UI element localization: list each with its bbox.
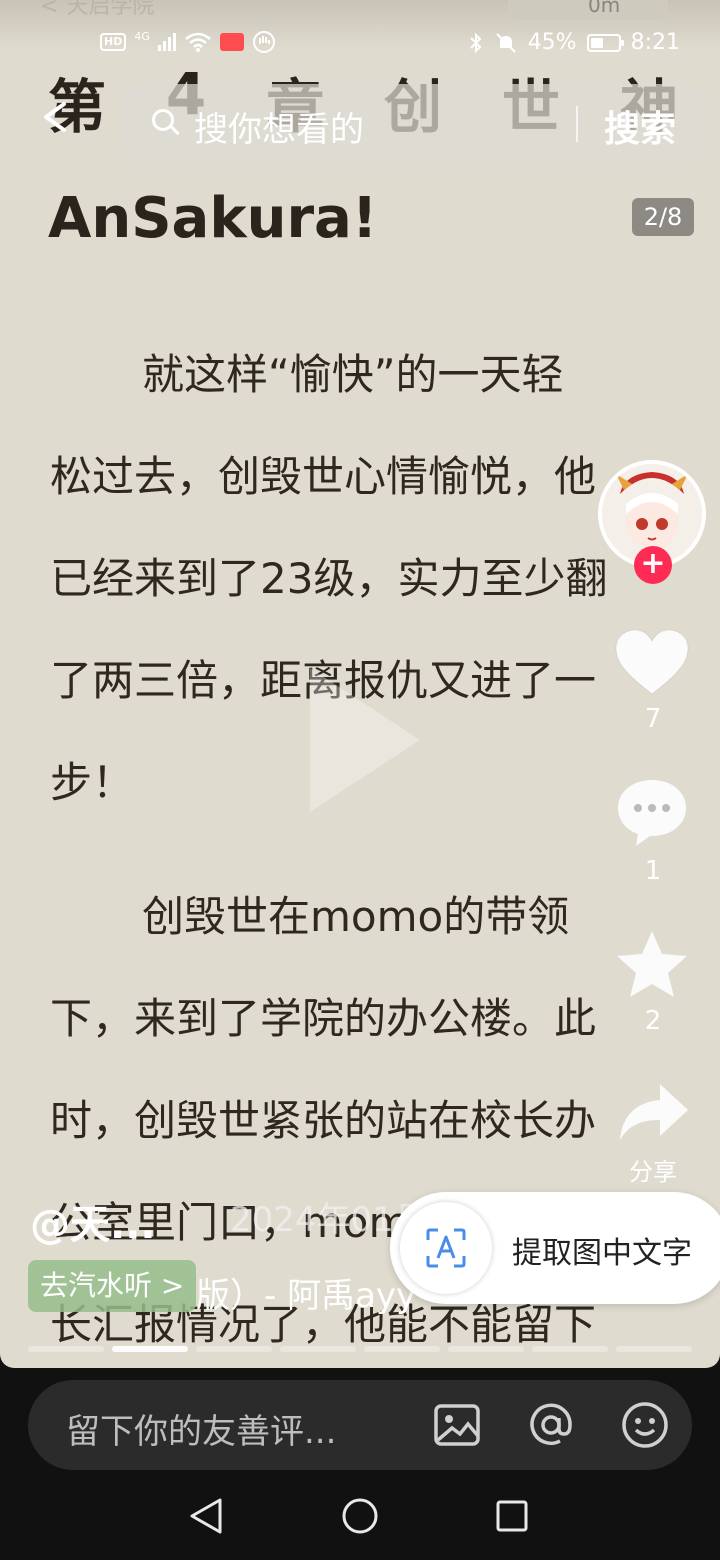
comment-input[interactable]: 留下你的友善评... <box>66 1404 336 1453</box>
favorite-star-icon[interactable] <box>614 928 690 1000</box>
battery-icon <box>586 33 624 52</box>
comment-count: 1 <box>644 856 662 886</box>
music-track[interactable]: 版）- 阿禹ayy <box>196 1268 416 1317</box>
clock: 8:21 <box>630 30 680 55</box>
like-heart-icon[interactable] <box>614 628 690 698</box>
ocr-icon-wrap <box>400 1202 492 1294</box>
mute-bell-icon <box>495 32 516 53</box>
progress-segment <box>448 1346 524 1352</box>
text-line: 时，创毁世紧张的站在校长办 <box>50 1096 597 1145</box>
battery-percent: 45% <box>527 30 577 55</box>
share-label: 分享 <box>629 1158 677 1186</box>
text-line: 下，来到了学院的办公楼。此 <box>50 994 597 1043</box>
author-name[interactable]: @天... <box>30 1192 156 1250</box>
home-circle-icon[interactable] <box>340 1496 380 1536</box>
follow-plus-icon[interactable]: + <box>634 546 672 584</box>
extract-text-button[interactable]: 提取图中文字 <box>390 1192 720 1304</box>
prev-arrow-icon: < <box>40 0 59 19</box>
prev-nav: < 天启学院 <box>40 0 154 20</box>
progress-segment <box>196 1346 272 1352</box>
status-bar: HD 4G 45% 8:21 <box>0 24 720 64</box>
play-icon[interactable] <box>300 660 430 820</box>
system-nav-bar <box>0 1476 720 1560</box>
search-bar[interactable]: 搜你想看的 搜索 <box>122 84 708 162</box>
music-chip[interactable]: 去汽水听 > <box>28 1260 197 1312</box>
progress-segment <box>280 1346 356 1352</box>
search-input[interactable]: 搜你想看的 <box>194 102 364 151</box>
like-count: 7 <box>644 704 662 734</box>
signal-icon <box>157 33 176 51</box>
share-arrow-icon[interactable] <box>618 1080 690 1144</box>
back-arrow-icon[interactable] <box>40 102 70 132</box>
search-icon <box>152 109 174 131</box>
back-triangle-icon[interactable] <box>188 1496 224 1536</box>
hd-icon: HD <box>100 33 127 51</box>
prev-pill: 0m <box>508 0 668 20</box>
chapter-title-line2: AnSakura! <box>48 186 378 251</box>
mention-at-icon[interactable] <box>526 1400 576 1450</box>
prev-nav-label: 天启学院 <box>66 0 155 19</box>
app-notification-icon <box>219 33 244 51</box>
emoji-icon[interactable] <box>620 1400 670 1450</box>
search-button[interactable]: 搜索 <box>604 100 676 152</box>
page-indicator: 2/8 <box>632 198 694 236</box>
comment-bubble-icon[interactable] <box>614 776 690 848</box>
search-divider <box>576 106 578 142</box>
extract-text-label: 提取图中文字 <box>512 1236 692 1271</box>
text-line: 松过去，创毁世心情愉悦，他 <box>50 452 597 501</box>
content-area: <天启学院 0m HD 4G 45% 8:21 第 4 章 创 世 神 AnSa… <box>0 0 720 1368</box>
recents-square-icon[interactable] <box>494 1496 530 1536</box>
progress-segment <box>532 1346 608 1352</box>
prev-pill-text: 0m <box>588 0 621 17</box>
text-line: 创毁世在momo的带领 <box>142 892 570 941</box>
text-scan-icon <box>426 1228 466 1268</box>
action-rail: + 7 1 2 分享 <box>598 460 708 1200</box>
favorite-count: 2 <box>644 1006 662 1036</box>
wifi-icon <box>185 32 211 52</box>
text-line: 已经来到了23级，实力至少翻 <box>50 554 608 603</box>
comment-bar[interactable]: 留下你的友善评... <box>28 1380 692 1470</box>
progress-segment <box>364 1346 440 1352</box>
text-line: 就这样“愉快”的一天轻 <box>142 350 564 399</box>
progress-segment <box>28 1346 104 1352</box>
bluetooth-icon <box>469 32 482 53</box>
image-icon[interactable] <box>432 1400 482 1450</box>
network-label: 4G <box>134 30 150 43</box>
image-progress <box>28 1346 692 1352</box>
progress-segment <box>616 1346 692 1352</box>
hand-icon <box>252 31 275 53</box>
progress-segment <box>112 1346 188 1352</box>
